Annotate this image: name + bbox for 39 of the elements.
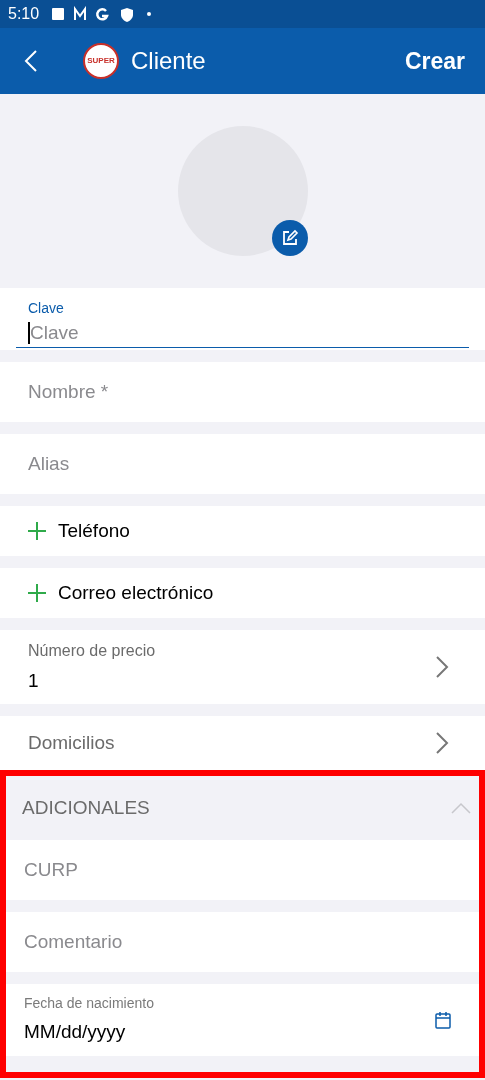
- chevron-up-icon: [451, 802, 471, 814]
- nav-label: Domicilios: [28, 730, 115, 755]
- section-header[interactable]: ADICIONALES: [6, 776, 479, 840]
- edit-avatar-button[interactable]: [271, 220, 308, 256]
- status-time: 5:10: [8, 4, 40, 24]
- shield-icon: [121, 8, 134, 22]
- edit-icon: [280, 229, 299, 247]
- input-field[interactable]: Alias: [0, 434, 485, 494]
- dot-icon: [147, 12, 152, 16]
- back-icon[interactable]: [24, 49, 38, 73]
- section-title: ADICIONALES: [22, 795, 150, 820]
- field-value: MM/dd/yyyy: [24, 1020, 127, 1045]
- plus-icon: [28, 522, 46, 540]
- add-label: Teléfono: [58, 518, 130, 543]
- window-title: Cliente: [131, 46, 206, 76]
- field-value: 1: [28, 668, 40, 693]
- field-label: Número de precio: [28, 640, 156, 661]
- select-row[interactable]: Número de precio 1: [0, 630, 485, 704]
- create-button[interactable]: Crear: [404, 43, 465, 79]
- chevron-right-icon: [435, 731, 449, 755]
- field-label: Clave: [28, 299, 65, 318]
- input-field[interactable]: Comentario: [6, 912, 479, 972]
- add-label: Correo electrónico: [58, 580, 214, 605]
- nav-row[interactable]: Domicilios: [0, 716, 485, 770]
- field-label: Fecha de nacimiento: [24, 994, 154, 1014]
- chevron-right-icon: [435, 655, 449, 679]
- field-placeholder: Clave: [30, 321, 79, 345]
- mail-icon: [74, 6, 87, 21]
- add-row[interactable]: Teléfono: [0, 506, 485, 556]
- plus-icon: [28, 584, 46, 602]
- add-row[interactable]: Correo electrónico: [0, 568, 485, 618]
- logo: SUPER: [83, 43, 119, 79]
- input-field[interactable]: Nombre *: [0, 362, 485, 422]
- calendar-icon[interactable]: [435, 1011, 451, 1029]
- app-notification-icon: [52, 8, 65, 20]
- input-field[interactable]: CURP: [6, 840, 479, 900]
- g-icon: [96, 8, 109, 21]
- date-field[interactable]: Fecha de nacimiento MM/dd/yyyy: [6, 984, 479, 1056]
- text-cursor: [28, 322, 30, 345]
